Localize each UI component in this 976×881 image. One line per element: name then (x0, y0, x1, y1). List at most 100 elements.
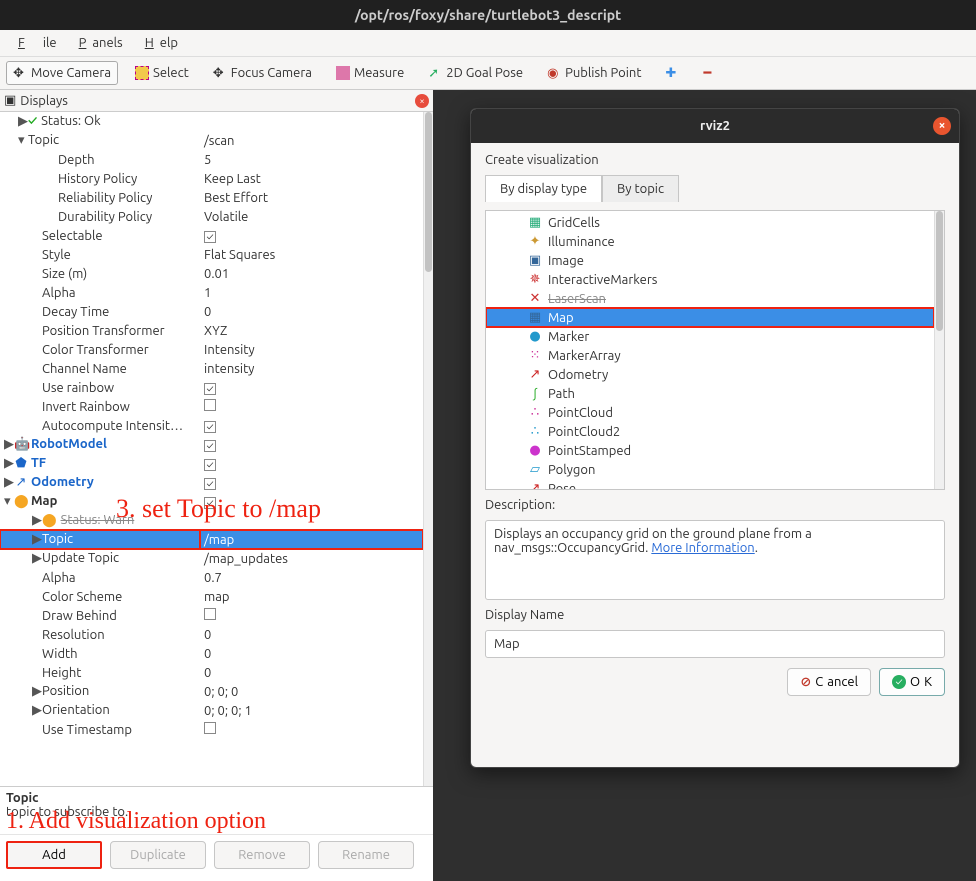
prop-key[interactable]: ▶↗ Odometry (0, 473, 200, 492)
panel-close-icon[interactable]: × (415, 94, 429, 108)
tool-select[interactable]: Select (128, 61, 196, 85)
more-info-link[interactable]: More Information (651, 541, 754, 555)
prop-value[interactable]: Flat Squares (200, 245, 423, 264)
prop-key[interactable]: ▶⬟ TF (0, 454, 200, 473)
type-scrollbar[interactable] (934, 211, 944, 489)
tree-row[interactable]: Invert Rainbow (0, 397, 423, 416)
tree-row[interactable]: ▶Status: Warn (0, 511, 423, 530)
prop-value[interactable]: /map (200, 530, 423, 549)
tree-row[interactable]: ▶Update Topic/map_updates (0, 549, 423, 568)
prop-key[interactable]: ▶Topic (0, 530, 200, 549)
prop-key[interactable]: Style (0, 245, 200, 264)
tree-row[interactable]: Color TransformerIntensity (0, 340, 423, 359)
prop-key[interactable]: History Policy (0, 169, 200, 188)
prop-value[interactable]: ✓ (200, 454, 423, 473)
prop-value[interactable] (200, 112, 423, 131)
prop-key[interactable]: Decay Time (0, 302, 200, 321)
tree-row[interactable]: Selectable✓ (0, 226, 423, 245)
tree-row[interactable]: Depth5 (0, 150, 423, 169)
tree-row[interactable]: ▶🤖 RobotModel✓ (0, 435, 423, 454)
prop-value[interactable]: ✓ (200, 473, 423, 492)
tree-row[interactable]: Use Timestamp (0, 720, 423, 739)
tree-row[interactable]: Size (m)0.01 (0, 264, 423, 283)
tree-row[interactable]: StyleFlat Squares (0, 245, 423, 264)
menu-help[interactable]: Help (133, 34, 184, 52)
prop-value[interactable]: Intensity (200, 340, 423, 359)
prop-key[interactable]: ▶Update Topic (0, 549, 200, 568)
display-type-pointcloud[interactable]: ∴PointCloud (486, 403, 934, 422)
prop-key[interactable]: Use Timestamp (0, 720, 200, 739)
tree-row[interactable]: Autocompute Intensit…✓ (0, 416, 423, 435)
menu-file[interactable]: File (6, 34, 63, 52)
prop-key[interactable]: Color Scheme (0, 587, 200, 606)
prop-key[interactable]: Reliability Policy (0, 188, 200, 207)
prop-value[interactable]: ✓ (200, 435, 423, 454)
prop-key[interactable]: Depth (0, 150, 200, 169)
prop-key[interactable]: Autocompute Intensit… (0, 416, 200, 435)
tree-row[interactable]: Height0 (0, 663, 423, 682)
tree-row[interactable]: ▶Position0; 0; 0 (0, 682, 423, 701)
tree-row[interactable]: Position TransformerXYZ (0, 321, 423, 340)
rename-button[interactable]: Rename (318, 841, 414, 869)
prop-key[interactable]: Durability Policy (0, 207, 200, 226)
tree-row[interactable]: Draw Behind (0, 606, 423, 625)
prop-key[interactable]: Invert Rainbow (0, 397, 200, 416)
display-type-markerarray[interactable]: ⁙MarkerArray (486, 346, 934, 365)
prop-key[interactable]: Position Transformer (0, 321, 200, 340)
remove-button[interactable]: Remove (214, 841, 310, 869)
prop-value[interactable]: /scan (200, 131, 423, 150)
prop-key[interactable]: Selectable (0, 226, 200, 245)
tree-row[interactable]: ▾Topic/scan (0, 131, 423, 150)
tree-row[interactable]: Alpha1 (0, 283, 423, 302)
display-name-input[interactable]: Map (485, 630, 945, 658)
prop-value[interactable]: ✓ (200, 226, 423, 245)
display-type-polygon[interactable]: ▱Polygon (486, 460, 934, 479)
prop-key[interactable]: ▶Status: Warn (0, 511, 200, 530)
prop-value[interactable]: Volatile (200, 207, 423, 226)
prop-key[interactable]: Height (0, 663, 200, 682)
duplicate-button[interactable]: Duplicate (110, 841, 206, 869)
prop-value[interactable]: XYZ (200, 321, 423, 340)
tree-row[interactable]: History PolicyKeep Last (0, 169, 423, 188)
tree-row[interactable]: Reliability PolicyBest Effort (0, 188, 423, 207)
ok-button[interactable]: ✓OK (879, 668, 945, 696)
add-button[interactable]: Add (6, 841, 102, 869)
tree-row[interactable]: Width0 (0, 644, 423, 663)
prop-key[interactable]: Width (0, 644, 200, 663)
display-type-laserscan[interactable]: ✕LaserScan (486, 289, 934, 308)
display-type-image[interactable]: ▣Image (486, 251, 934, 270)
prop-key[interactable]: Alpha (0, 283, 200, 302)
tree-row[interactable]: Alpha0.7 (0, 568, 423, 587)
prop-key[interactable]: ▶Position (0, 682, 200, 701)
tool-publish-point[interactable]: ◉Publish Point (540, 61, 648, 85)
tree-row[interactable]: ▶Status: Ok (0, 112, 423, 131)
display-type-pointstamped[interactable]: ●PointStamped (486, 441, 934, 460)
tree-row[interactable]: Resolution0 (0, 625, 423, 644)
tree-row[interactable]: Durability PolicyVolatile (0, 207, 423, 226)
prop-key[interactable]: Draw Behind (0, 606, 200, 625)
prop-key[interactable]: Size (m) (0, 264, 200, 283)
tool-remove[interactable]: ━ (696, 61, 724, 85)
prop-value[interactable]: map (200, 587, 423, 606)
cancel-button[interactable]: ⊘Cancel (787, 668, 871, 696)
prop-key[interactable]: ▶🤖 RobotModel (0, 435, 200, 454)
display-type-marker[interactable]: ●Marker (486, 327, 934, 346)
prop-value[interactable] (200, 511, 423, 530)
display-type-interactivemarkers[interactable]: ✵InteractiveMarkers (486, 270, 934, 289)
prop-key[interactable]: ▾⬤ Map (0, 492, 200, 511)
tree-row[interactable]: ▶⬟ TF✓ (0, 454, 423, 473)
prop-value[interactable] (200, 397, 423, 416)
prop-key[interactable]: Color Transformer (0, 340, 200, 359)
prop-value[interactable]: ✓ (200, 416, 423, 435)
dialog-close-icon[interactable]: × (933, 117, 951, 135)
prop-value[interactable]: 0.01 (200, 264, 423, 283)
prop-key[interactable]: ▶Orientation (0, 701, 200, 720)
display-type-map[interactable]: ▦Map (486, 308, 934, 327)
tool-move-camera[interactable]: ✥Move Camera (6, 61, 118, 85)
display-type-illuminance[interactable]: ✦Illuminance (486, 232, 934, 251)
tool-focus-camera[interactable]: ✥Focus Camera (206, 61, 319, 85)
display-type-list[interactable]: ▦GridCells✦Illuminance▣Image✵Interactive… (485, 210, 945, 490)
prop-value[interactable]: 0; 0; 0 (200, 682, 423, 701)
prop-value[interactable] (200, 606, 423, 625)
prop-value[interactable]: ✓ (200, 492, 423, 511)
